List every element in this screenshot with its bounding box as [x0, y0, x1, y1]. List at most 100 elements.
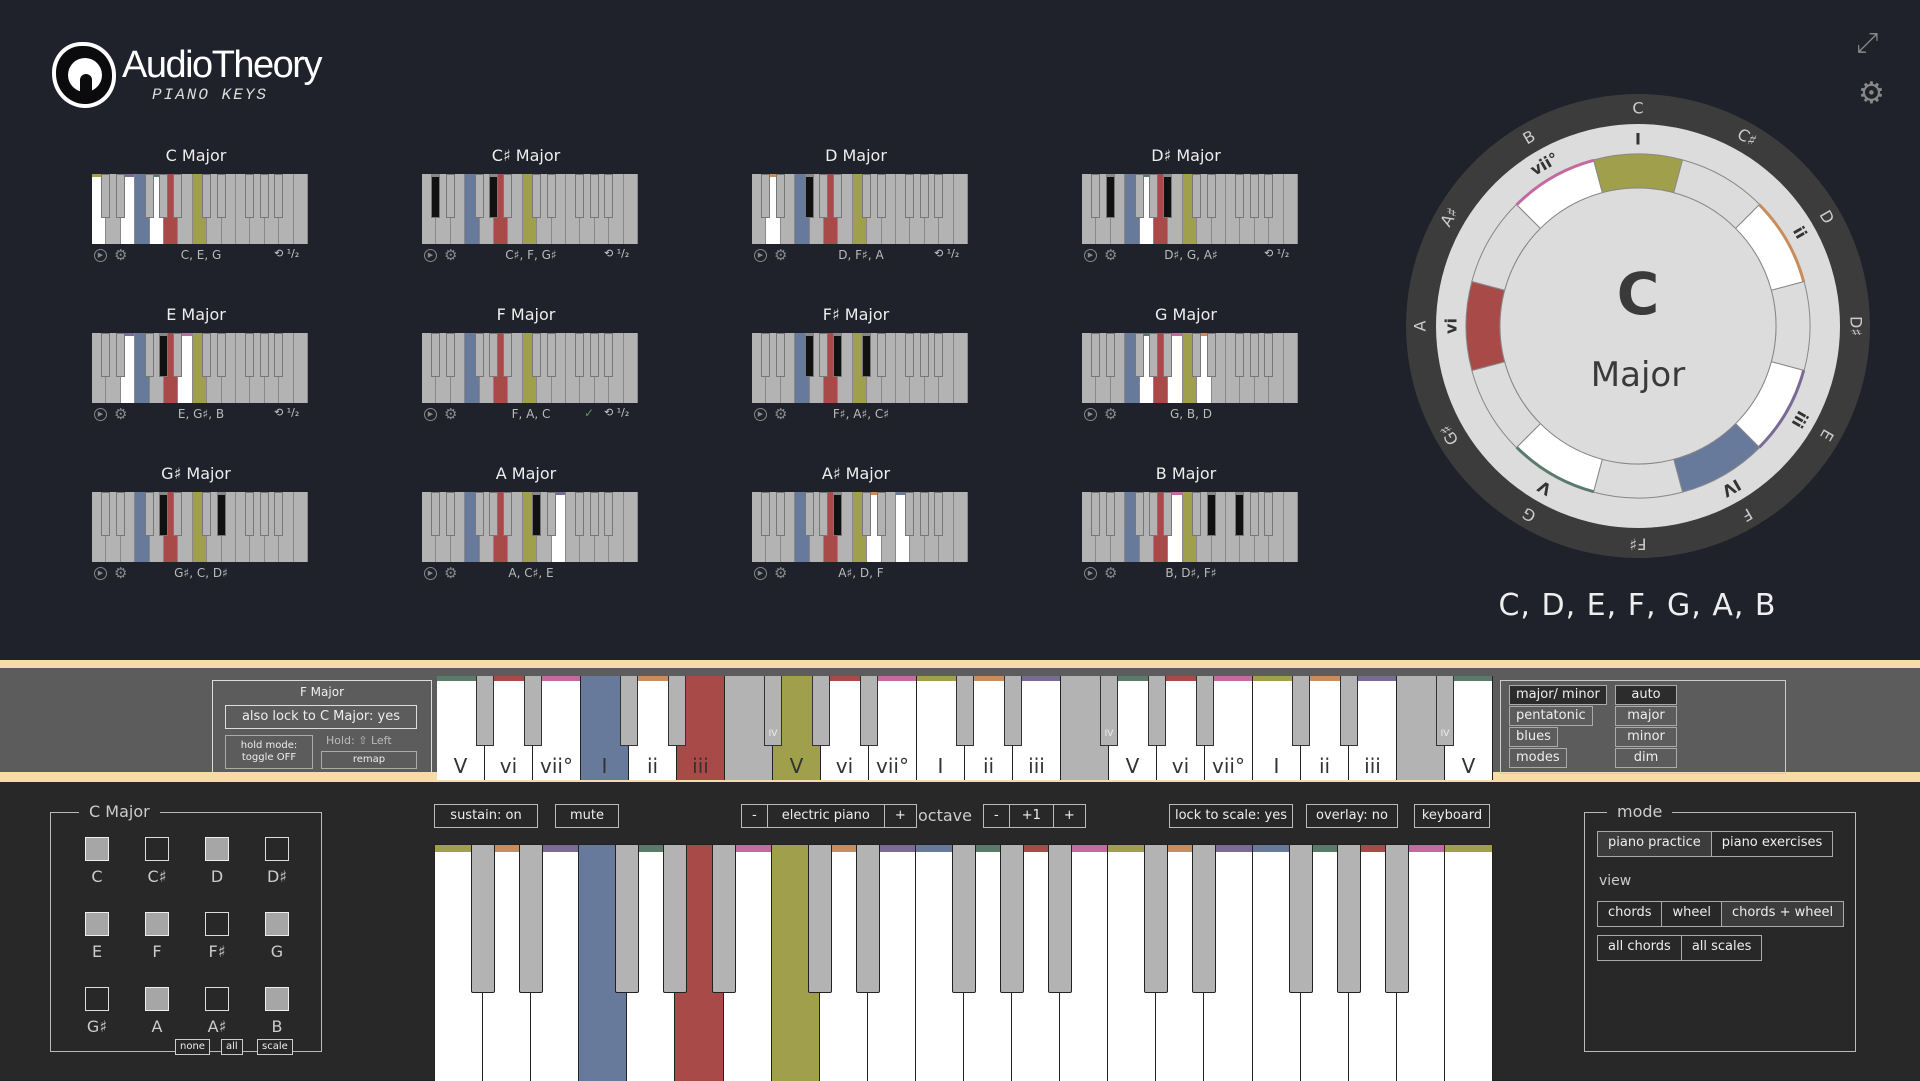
mini-black-key[interactable]: [159, 492, 168, 536]
black-key[interactable]: [663, 845, 688, 993]
note-checkbox[interactable]: [85, 837, 109, 861]
black-key[interactable]: [1192, 845, 1217, 993]
play-icon[interactable]: ▶: [94, 408, 107, 421]
strip-keyboard[interactable]: Vvi vii° Iii iii Vvi vii° Iii iii Vvi vii° Iii iii V…: [437, 676, 1493, 780]
strip-black-key[interactable]: IV: [1436, 676, 1454, 746]
mini-keyboard[interactable]: [422, 333, 638, 403]
instrument-prev-button[interactable]: -: [742, 805, 768, 827]
note-toggle[interactable]: C♯: [127, 837, 187, 886]
black-key[interactable]: [519, 845, 544, 993]
lock-toggle-button[interactable]: also lock to C Major: yes: [225, 705, 417, 729]
keyboard-button[interactable]: keyboard: [1414, 804, 1490, 828]
mini-black-key[interactable]: [202, 333, 212, 377]
strip-black-key[interactable]: IV: [764, 676, 782, 746]
note-checkbox[interactable]: [85, 912, 109, 936]
chord-card[interactable]: D♯ Major ▶ ⚙ D♯, G, A♯ ⟲ ¹/₂: [1076, 146, 1298, 266]
mini-black-key[interactable]: [115, 333, 125, 377]
list-option[interactable]: all chords: [1598, 936, 1682, 960]
gear-icon[interactable]: ⚙: [114, 405, 127, 423]
mini-black-key[interactable]: [876, 174, 886, 218]
main-keyboard[interactable]: [434, 844, 1493, 1081]
note-toggle[interactable]: C: [67, 837, 127, 886]
mini-black-key[interactable]: [144, 492, 154, 536]
note-toggle[interactable]: B: [247, 987, 307, 1036]
mini-black-key[interactable]: [775, 174, 785, 218]
mini-black-key[interactable]: [202, 174, 212, 218]
mini-white-key[interactable]: [293, 174, 308, 244]
mini-black-key[interactable]: [173, 174, 183, 218]
mini-black-key[interactable]: [1105, 492, 1115, 536]
mini-black-key[interactable]: [1206, 174, 1216, 218]
mini-black-key[interactable]: [1149, 333, 1158, 377]
mini-black-key[interactable]: [173, 492, 183, 536]
strip-black-key[interactable]: [1292, 676, 1310, 746]
mini-black-key[interactable]: [804, 333, 814, 377]
mini-black-key[interactable]: [159, 174, 168, 218]
note-checkbox[interactable]: [265, 987, 289, 1011]
strip-black-key[interactable]: [812, 676, 830, 746]
mini-black-key[interactable]: [1192, 492, 1202, 536]
mini-black-key[interactable]: [833, 333, 843, 377]
mini-black-key[interactable]: [1163, 492, 1173, 536]
strip-black-key[interactable]: [1340, 676, 1358, 746]
mini-white-key[interactable]: [623, 492, 638, 562]
sustain-button[interactable]: sustain: on: [434, 804, 538, 828]
mini-black-key[interactable]: [101, 174, 111, 218]
play-icon[interactable]: ▶: [94, 249, 107, 262]
mini-keyboard[interactable]: [422, 174, 638, 244]
chord-card[interactable]: C♯ Major ▶ ⚙ C♯, F, G♯ ⟲ ¹/₂: [416, 146, 638, 266]
mini-black-key[interactable]: [876, 333, 886, 377]
mini-black-key[interactable]: [1134, 333, 1144, 377]
mini-black-key[interactable]: [934, 492, 944, 536]
mini-black-key[interactable]: [1091, 333, 1101, 377]
mini-black-key[interactable]: [919, 492, 929, 536]
instrument-next-button[interactable]: +: [885, 805, 916, 827]
play-icon[interactable]: ▶: [424, 567, 437, 580]
mini-black-key[interactable]: [173, 333, 183, 377]
black-key[interactable]: [615, 845, 640, 993]
mini-black-key[interactable]: [532, 174, 542, 218]
mini-black-key[interactable]: [115, 174, 125, 218]
mini-black-key[interactable]: [862, 333, 872, 377]
mini-black-key[interactable]: [474, 492, 484, 536]
mini-black-key[interactable]: [1149, 492, 1158, 536]
view-option[interactable]: chords: [1598, 902, 1663, 926]
mini-black-key[interactable]: [862, 174, 872, 218]
select-none-button[interactable]: none: [175, 1039, 210, 1055]
inversion-icon[interactable]: ⟲ ¹/₂: [604, 406, 629, 419]
white-key[interactable]: [1444, 845, 1493, 1081]
mini-black-key[interactable]: [245, 333, 255, 377]
black-key[interactable]: [1048, 845, 1073, 993]
list-option[interactable]: all scales: [1682, 936, 1762, 960]
black-key[interactable]: [952, 845, 976, 993]
mini-black-key[interactable]: [1091, 492, 1101, 536]
note-toggle[interactable]: A: [127, 987, 187, 1036]
gear-icon[interactable]: ⚙: [114, 564, 127, 582]
view-option[interactable]: wheel: [1662, 902, 1722, 926]
black-key[interactable]: [1000, 845, 1025, 993]
play-icon[interactable]: ▶: [754, 567, 767, 580]
octave-down-button[interactable]: -: [984, 805, 1010, 827]
mini-keyboard[interactable]: [422, 492, 638, 562]
mini-black-key[interactable]: [245, 174, 255, 218]
note-toggle[interactable]: E: [67, 912, 127, 961]
black-key[interactable]: [1144, 845, 1169, 993]
mini-black-key[interactable]: [144, 174, 154, 218]
chord-card[interactable]: C Major ▶ ⚙ C, E, G ⟲ ¹/₂: [86, 146, 308, 266]
strip-black-key[interactable]: [668, 676, 686, 746]
view-option[interactable]: chords + wheel: [1721, 902, 1844, 926]
mini-black-key[interactable]: [604, 492, 614, 536]
mini-black-key[interactable]: [546, 333, 556, 377]
strip-black-key[interactable]: [1148, 676, 1166, 746]
black-key[interactable]: [1288, 845, 1313, 993]
mini-white-key[interactable]: [953, 333, 968, 403]
mini-white-key[interactable]: [1283, 174, 1298, 244]
remap-button[interactable]: remap: [321, 751, 417, 769]
strip-black-key[interactable]: [524, 676, 542, 746]
mini-black-key[interactable]: [245, 492, 255, 536]
gear-icon[interactable]: ⚙: [1104, 246, 1117, 264]
mode-option[interactable]: piano exercises: [1712, 832, 1833, 856]
check-icon[interactable]: ✓: [584, 406, 594, 420]
note-toggle[interactable]: G♯: [67, 987, 127, 1036]
mini-white-key[interactable]: [623, 174, 638, 244]
